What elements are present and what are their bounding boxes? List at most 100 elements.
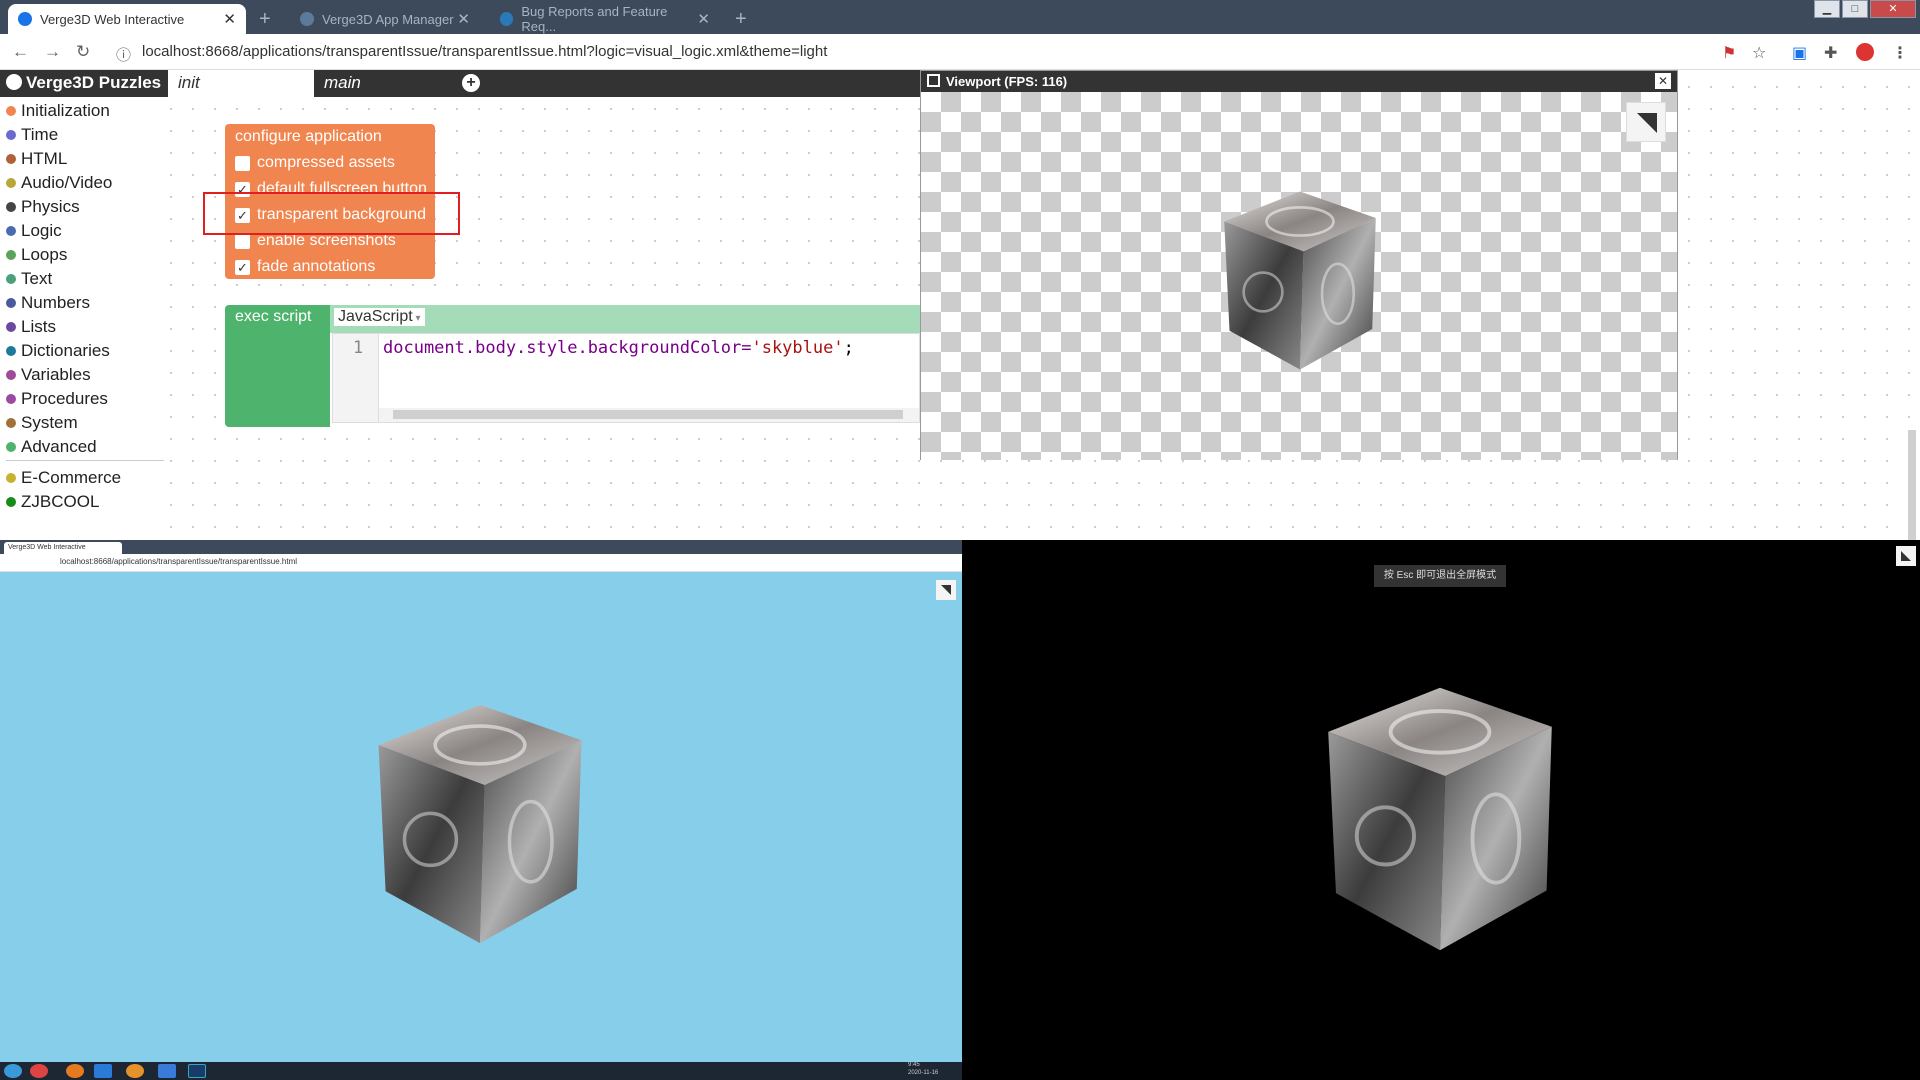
mini-tab[interactable]: Verge3D Web Interactive bbox=[4, 542, 122, 554]
category-initialization[interactable]: Initialization bbox=[6, 101, 110, 121]
exit-fullscreen-button[interactable] bbox=[1896, 546, 1916, 566]
category-color-dot bbox=[6, 178, 16, 188]
category-color-dot bbox=[6, 274, 16, 284]
option-checkbox[interactable] bbox=[235, 155, 250, 171]
fullscreen-icon bbox=[941, 585, 951, 595]
language-dropdown[interactable]: JavaScript ▾ bbox=[334, 308, 425, 326]
browser-tab-strip: Verge3D Web Interactive ✕ + Verge3D App … bbox=[0, 0, 1920, 34]
clock-date: 2020-11-16 bbox=[908, 1070, 939, 1076]
close-viewport-icon[interactable]: ✕ bbox=[1655, 73, 1671, 89]
close-tab-icon[interactable]: ✕ bbox=[457, 10, 470, 28]
category-label: Variables bbox=[21, 365, 91, 384]
code-editor[interactable]: 1 document.body.style.backgroundColor='s… bbox=[332, 333, 920, 423]
fullscreen-button[interactable] bbox=[1626, 102, 1666, 142]
url-field[interactable]: localhost:8668/applications/transparentI… bbox=[142, 43, 827, 60]
scrollbar-thumb[interactable] bbox=[393, 410, 903, 419]
category-variables[interactable]: Variables bbox=[6, 365, 91, 385]
block-title: configure application bbox=[235, 128, 382, 145]
vscode-taskbar-icon[interactable] bbox=[94, 1064, 112, 1078]
maximize-window-icon[interactable]: □ bbox=[1842, 0, 1868, 18]
category-audio-video[interactable]: Audio/Video bbox=[6, 173, 112, 193]
category-label: Time bbox=[21, 125, 59, 144]
skyblue-cube bbox=[362, 700, 598, 948]
category-label: HTML bbox=[21, 149, 68, 168]
new-tab-button[interactable]: + bbox=[254, 4, 280, 34]
category-color-dot bbox=[6, 298, 16, 308]
app-manager-favicon-icon bbox=[300, 12, 314, 26]
category-system[interactable]: System bbox=[6, 413, 78, 433]
category-dictionaries[interactable]: Dictionaries bbox=[6, 341, 110, 361]
category-zjbcool[interactable]: ZJBCOOL bbox=[6, 492, 99, 512]
reload-icon[interactable]: ↻ bbox=[76, 42, 90, 62]
viewport-header: Viewport (FPS: 116) ✕ bbox=[921, 71, 1677, 92]
category-color-dot bbox=[6, 250, 16, 260]
tab-bug-reports[interactable]: Bug Reports and Feature Req... ✕ bbox=[490, 4, 720, 34]
line-number: 1 bbox=[353, 338, 364, 358]
category-lists[interactable]: Lists bbox=[6, 317, 56, 337]
back-arrow-icon[interactable]: ← bbox=[12, 42, 29, 62]
toolbox-separator bbox=[6, 460, 164, 461]
category-loops[interactable]: Loops bbox=[6, 245, 67, 265]
option-compressed-assets: compressed assets bbox=[235, 154, 395, 172]
new-tab-button-ghost[interactable]: + bbox=[730, 4, 756, 34]
translate-blocked-icon[interactable]: ⚑ bbox=[1722, 43, 1736, 63]
workspace-scrollbar[interactable] bbox=[1908, 430, 1916, 540]
app-taskbar-icon[interactable] bbox=[158, 1064, 176, 1078]
photoshop-taskbar-icon[interactable] bbox=[188, 1064, 206, 1078]
category-procedures[interactable]: Procedures bbox=[6, 389, 108, 409]
category-color-dot bbox=[6, 202, 16, 212]
pause-icon[interactable] bbox=[927, 74, 940, 87]
category-time[interactable]: Time bbox=[6, 125, 58, 145]
bookmark-star-icon[interactable]: ☆ bbox=[1752, 43, 1766, 63]
chrome-cube-icon bbox=[1224, 191, 1376, 370]
profile-avatar-icon[interactable] bbox=[1856, 43, 1874, 61]
windows-taskbar: 9:45 2020-11-16 bbox=[0, 1062, 962, 1080]
category-html[interactable]: HTML bbox=[6, 149, 67, 169]
site-info-icon[interactable]: ⓘ bbox=[116, 44, 131, 65]
option-checkbox[interactable] bbox=[235, 233, 250, 249]
extension-off-icon[interactable]: ▣ bbox=[1792, 43, 1807, 63]
category-physics[interactable]: Physics bbox=[6, 197, 80, 217]
mini-fullscreen-button[interactable] bbox=[936, 580, 956, 600]
forward-arrow-icon[interactable]: → bbox=[44, 42, 61, 62]
brand-label: Verge3D Puzzles bbox=[26, 73, 162, 92]
add-workspace-icon[interactable]: + bbox=[462, 74, 480, 92]
mini-url[interactable]: localhost:8668/applications/transparentI… bbox=[60, 557, 297, 566]
start-button-icon[interactable] bbox=[4, 1064, 22, 1078]
close-tab-icon[interactable]: ✕ bbox=[697, 10, 710, 28]
category-color-dot bbox=[6, 418, 16, 428]
verge3d-logo-icon bbox=[6, 74, 22, 90]
fullscreen-icon bbox=[1901, 551, 1911, 561]
category-label: Physics bbox=[21, 197, 80, 216]
close-tab-icon[interactable]: ✕ bbox=[223, 10, 236, 28]
tab-main[interactable]: main bbox=[314, 70, 456, 97]
language-label: JavaScript bbox=[338, 308, 413, 325]
horizontal-scrollbar[interactable] bbox=[379, 408, 919, 422]
minimize-window-icon[interactable]: ▁ bbox=[1814, 0, 1840, 18]
chrome-taskbar-icon[interactable] bbox=[30, 1064, 48, 1078]
firefox-taskbar-icon[interactable] bbox=[66, 1064, 84, 1078]
option-checkbox[interactable]: ✓ bbox=[235, 259, 250, 275]
tab-verge3d-web-interactive[interactable]: Verge3D Web Interactive ✕ bbox=[8, 4, 246, 34]
fullscreen-icon bbox=[1637, 113, 1657, 133]
code-object: document.body.style.backgroundColor= bbox=[383, 338, 752, 358]
category-numbers[interactable]: Numbers bbox=[6, 293, 90, 313]
category-logic[interactable]: Logic bbox=[6, 221, 62, 241]
exec-script-block[interactable]: exec script bbox=[225, 305, 330, 427]
category-text[interactable]: Text bbox=[6, 269, 52, 289]
category-label: ZJBCOOL bbox=[21, 492, 100, 511]
category-color-dot bbox=[6, 226, 16, 236]
category-label: Lists bbox=[21, 317, 56, 336]
tab-init[interactable]: init bbox=[168, 70, 314, 97]
blender-taskbar-icon[interactable] bbox=[126, 1064, 144, 1078]
category-advanced[interactable]: Advanced bbox=[6, 437, 97, 457]
puzzles-toolbox: Initialization Time HTML Audio/Video Physics… bbox=[0, 97, 168, 540]
category-e-commerce[interactable]: E-Commerce bbox=[6, 468, 121, 488]
category-color-dot bbox=[6, 130, 16, 140]
close-window-icon[interactable]: ✕ bbox=[1870, 0, 1916, 18]
extensions-puzzle-icon[interactable]: ✚ bbox=[1824, 43, 1837, 63]
code-semicolon: ; bbox=[843, 338, 854, 358]
tab-app-manager[interactable]: Verge3D App Manager ✕ bbox=[290, 4, 480, 34]
chrome-menu-icon[interactable]: ⋮ bbox=[1892, 43, 1908, 63]
tab-label: Verge3D Web Interactive bbox=[40, 11, 185, 27]
